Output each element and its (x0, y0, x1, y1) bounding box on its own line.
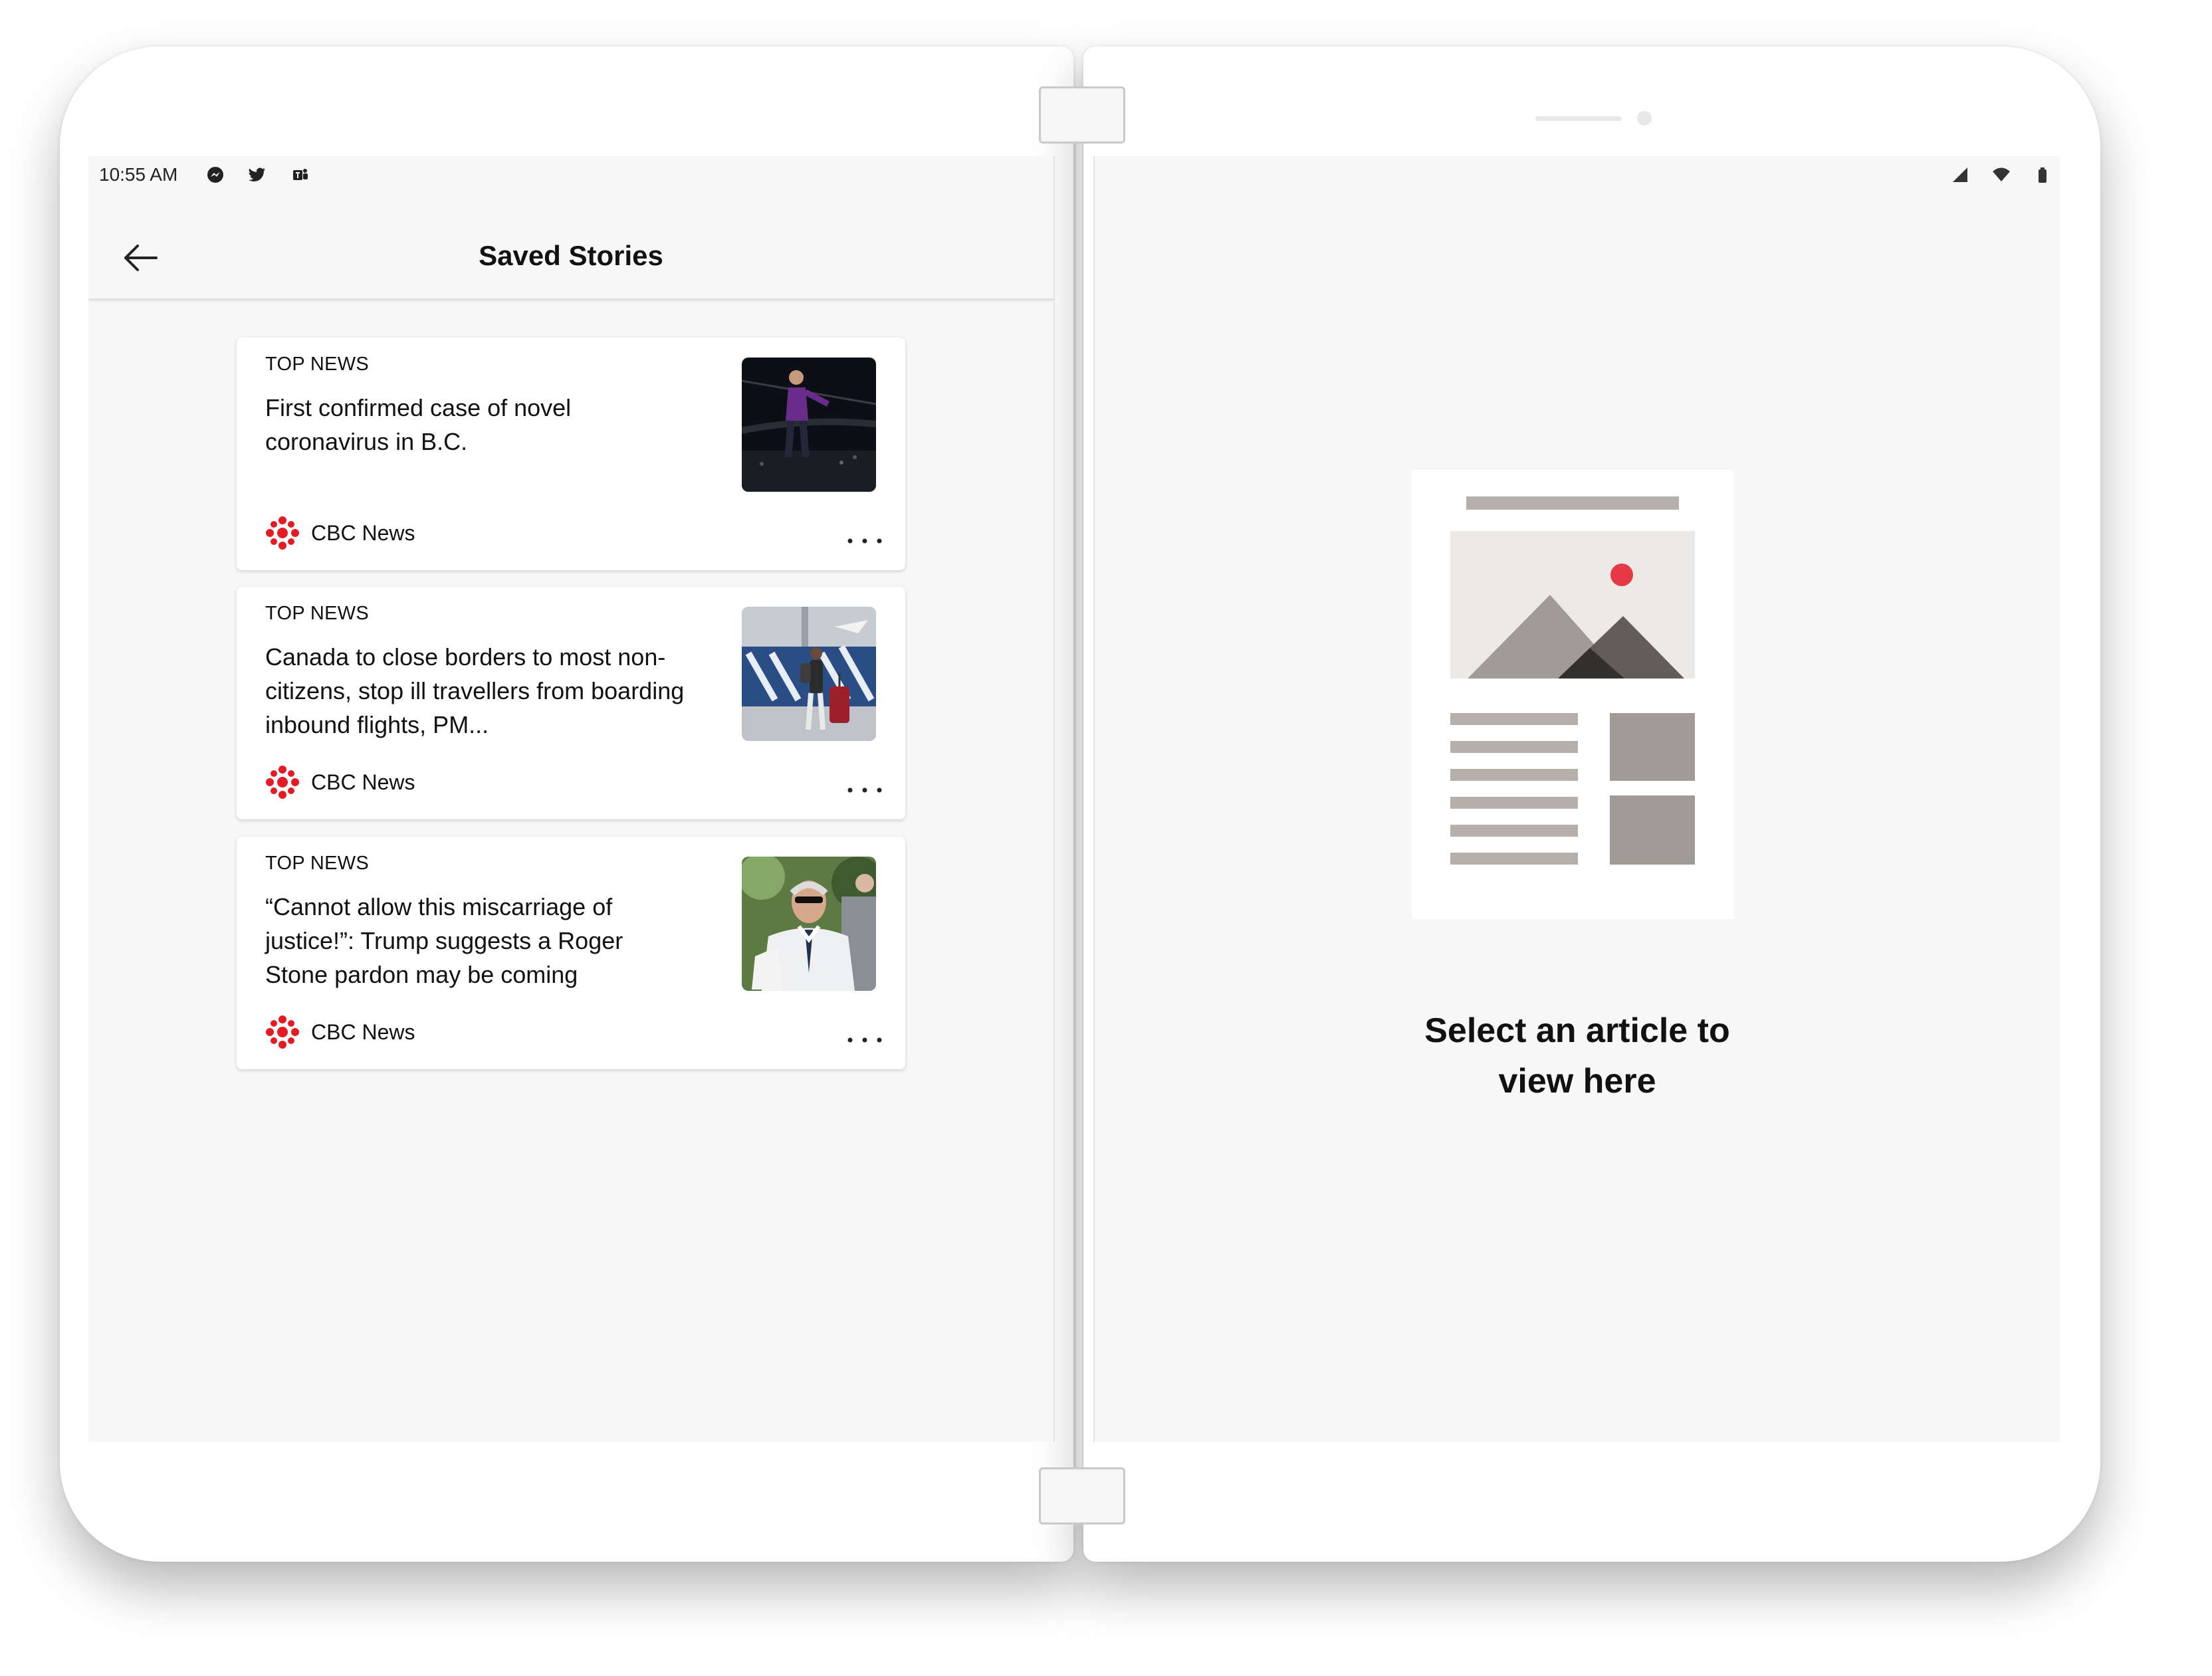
twitter-icon (249, 167, 265, 182)
cbc-logo-icon (266, 766, 299, 799)
story-card[interactable]: TOP NEWS First confirmed case of novel c… (237, 338, 905, 570)
page-title: Saved Stories (479, 240, 663, 271)
hinge-top-clip (1039, 86, 1125, 144)
story-source: CBC News (311, 770, 415, 794)
empty-state-line2: view here (1498, 1062, 1656, 1100)
more-options-icon[interactable] (845, 784, 885, 797)
hinge-bottom-clip (1039, 1467, 1125, 1524)
earpiece-speaker (1535, 116, 1622, 121)
story-headline[interactable]: First confirmed case of novel coronaviru… (265, 391, 691, 459)
right-screen: Select an article to view here (1093, 156, 2060, 1442)
more-options-icon[interactable] (845, 534, 885, 548)
story-headline[interactable]: “Cannot allow this miscarriage of justic… (265, 890, 691, 992)
story-category: TOP NEWS (265, 853, 370, 874)
front-camera (1637, 111, 1652, 126)
story-source: CBC News (311, 1020, 415, 1044)
story-headline[interactable]: Canada to close borders to most non-citi… (265, 640, 691, 742)
wifi-icon (1993, 167, 2010, 181)
empty-state-message: Select an article to view here (1095, 1005, 2060, 1106)
story-card[interactable]: TOP NEWS “Cannot allow this miscarriage … (237, 837, 905, 1069)
story-thumbnail[interactable] (742, 358, 876, 492)
story-category: TOP NEWS (265, 354, 370, 375)
article-placeholder-illustration (1412, 470, 1733, 919)
teams-icon (293, 169, 308, 180)
battery-icon (2039, 167, 2046, 183)
app-bar: Saved Stories (88, 215, 1053, 300)
signal-icon (1953, 167, 1967, 182)
story-thumbnail[interactable] (742, 607, 876, 741)
story-source: CBC News (311, 521, 415, 545)
device-hinge (1076, 100, 1083, 1489)
more-options-icon[interactable] (845, 1033, 885, 1047)
messenger-icon (207, 167, 223, 183)
status-time: 10:55 AM (99, 164, 178, 185)
cbc-logo-icon (266, 516, 299, 550)
left-screen: 10:55 AM Saved Stories TOP NEWS First co… (88, 156, 1055, 1442)
story-category: TOP NEWS (265, 603, 370, 624)
story-card[interactable]: TOP NEWS Canada to close borders to most… (237, 587, 905, 819)
empty-state-line1: Select an article to (1424, 1011, 1730, 1050)
story-thumbnail[interactable] (742, 857, 876, 991)
cbc-logo-icon (266, 1015, 299, 1049)
